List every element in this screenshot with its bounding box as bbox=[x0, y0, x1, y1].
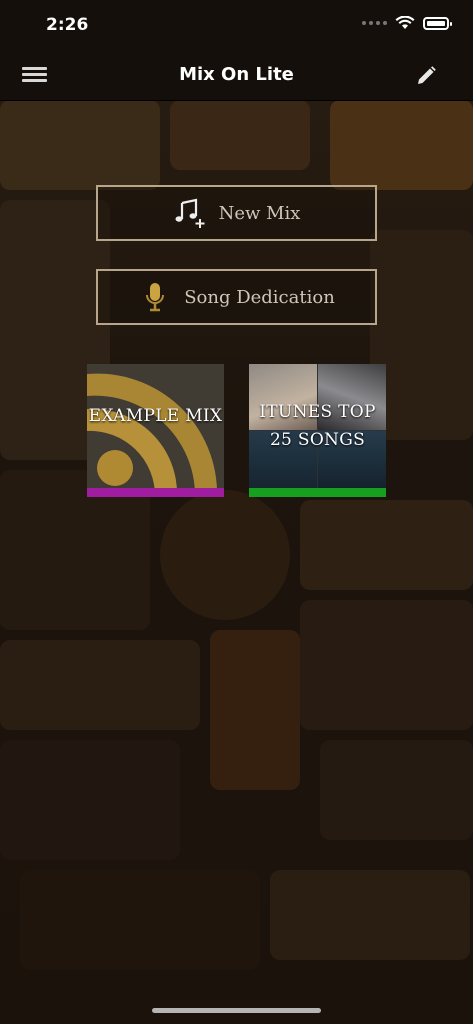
mix-color-bar bbox=[87, 488, 224, 497]
mix-tile-label: EXAMPLE MIX bbox=[88, 406, 223, 426]
mix-color-bar bbox=[249, 488, 386, 497]
page-title: Mix On Lite bbox=[179, 64, 294, 85]
song-dedication-button[interactable]: Song Dedication bbox=[96, 269, 377, 325]
music-note-plus-icon bbox=[173, 197, 207, 229]
nav-bar: Mix On Lite bbox=[0, 50, 473, 101]
rss-icon bbox=[87, 364, 224, 497]
signal-icon bbox=[362, 21, 387, 25]
new-mix-label: New Mix bbox=[218, 202, 301, 224]
mix-tile-itunes[interactable]: ITUNES TOP 25 SONGS bbox=[249, 364, 386, 497]
wifi-icon bbox=[395, 16, 415, 29]
song-dedication-label: Song Dedication bbox=[184, 286, 335, 308]
microphone-icon bbox=[138, 281, 172, 313]
battery-icon bbox=[423, 16, 452, 30]
mix-tile-label: ITUNES TOP 25 SONGS bbox=[259, 402, 376, 450]
mix-tile-example[interactable]: EXAMPLE MIX bbox=[87, 364, 224, 497]
new-mix-button[interactable]: New Mix bbox=[96, 185, 377, 241]
home-indicator[interactable] bbox=[152, 1008, 321, 1013]
background-collage bbox=[0, 0, 473, 1024]
status-time: 2:26 bbox=[46, 15, 89, 35]
status-bar: 2:26 bbox=[0, 0, 473, 50]
edit-pencil-icon[interactable] bbox=[415, 65, 437, 87]
